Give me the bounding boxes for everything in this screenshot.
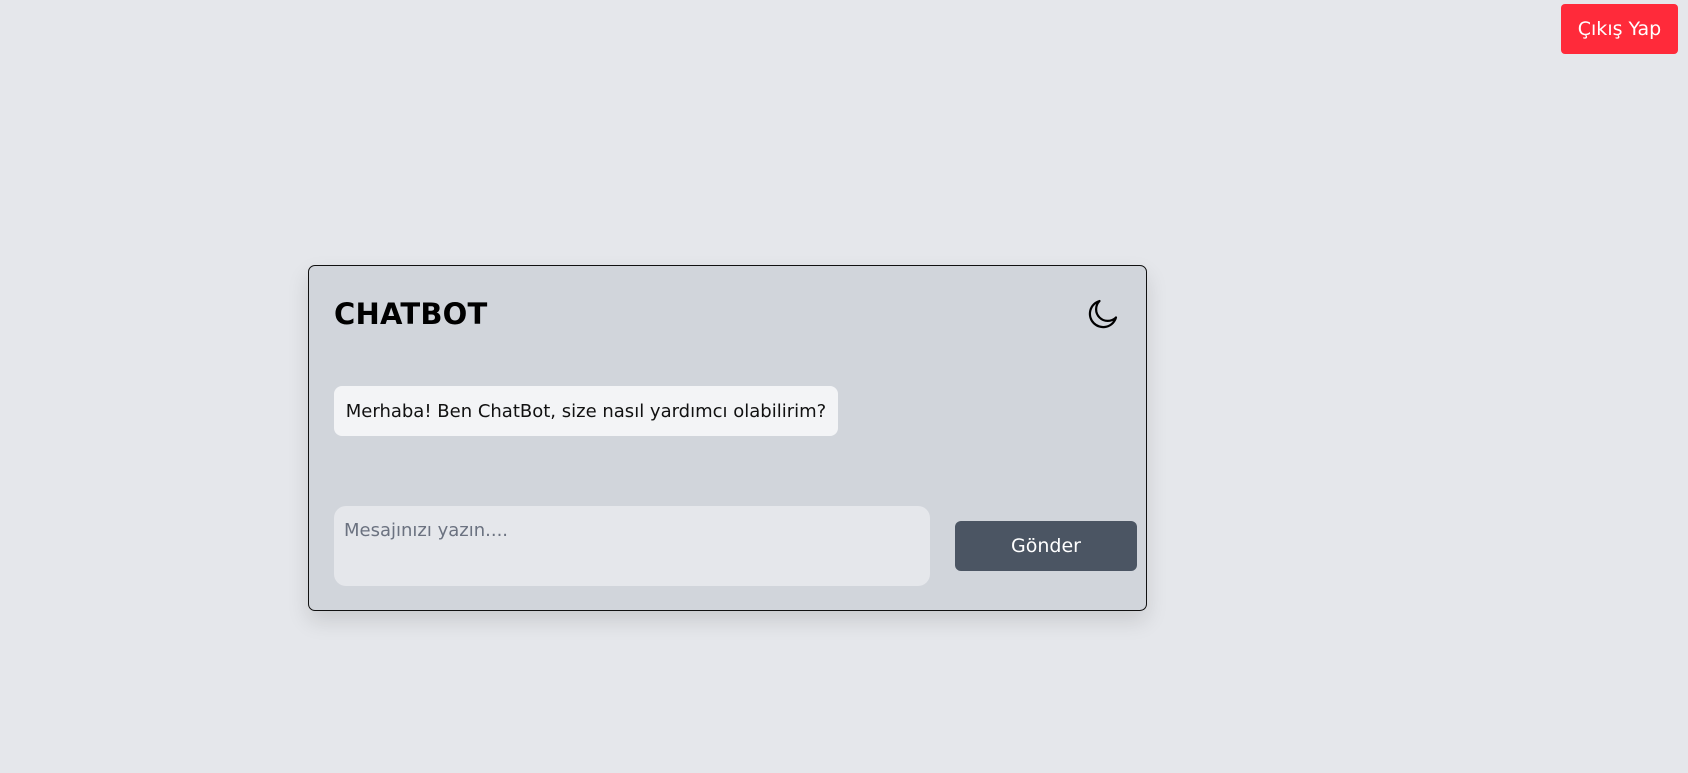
logout-button[interactable]: Çıkış Yap [1561,4,1678,54]
bot-message: Merhaba! Ben ChatBot, size nasıl yardımc… [334,386,838,436]
theme-toggle-button[interactable] [1081,293,1125,337]
message-input[interactable] [334,506,930,586]
chat-card: CHATBOT Merhaba! Ben ChatBot, size nasıl… [308,265,1147,611]
moon-icon [1084,295,1122,336]
chat-title: CHATBOT [334,297,488,331]
send-button[interactable]: Gönder [955,521,1137,571]
